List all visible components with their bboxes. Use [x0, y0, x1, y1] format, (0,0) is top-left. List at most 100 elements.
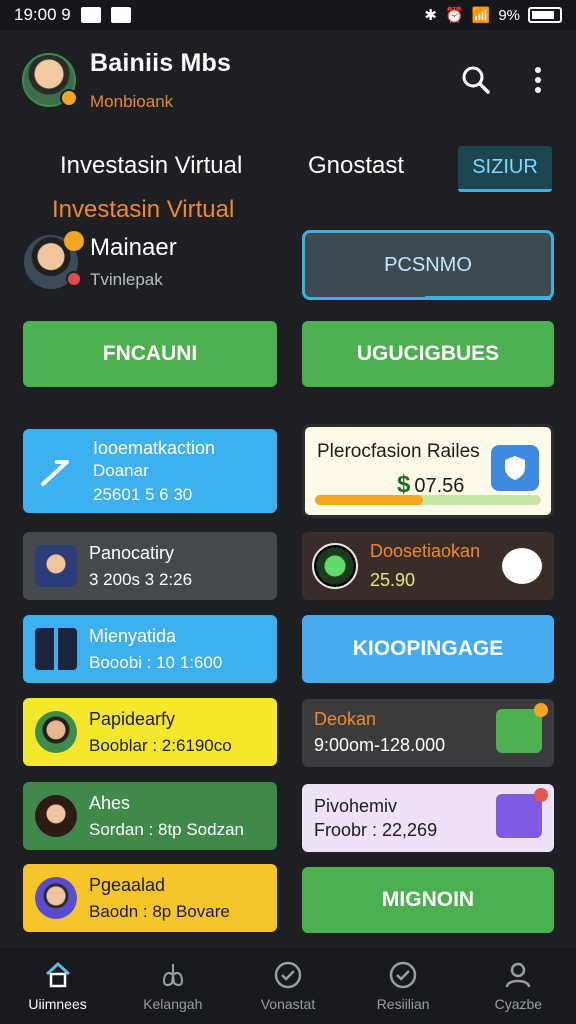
nav-label: Kelangah — [143, 996, 203, 1012]
nav-item-cyazbe[interactable]: Cyazbe — [468, 960, 568, 1012]
kiosk-button[interactable]: KIOOPINGAGE — [302, 615, 554, 683]
fncaunl-button[interactable]: FNCAUNI — [23, 321, 277, 387]
header-text: Bainiis Mbs Monbioank — [90, 49, 231, 112]
nav-item-kelangah[interactable]: Kelangah — [123, 960, 223, 1012]
promo-underline — [425, 296, 551, 300]
header-actions — [460, 64, 554, 96]
tab-siziur[interactable]: SIZIUR — [458, 146, 552, 192]
protection-progress — [315, 495, 541, 505]
card-panocatiry[interactable]: Panocatiry 3 200s 3 2:26 — [23, 532, 277, 600]
search-icon — [462, 66, 490, 94]
promo-button[interactable]: PCSNMO — [302, 230, 554, 300]
image-icon — [110, 7, 131, 23]
dollar-icon: $ — [397, 471, 411, 498]
card-value: 9:00om-128.000 — [314, 735, 446, 755]
status-time: 19:00 9 — [14, 5, 71, 24]
nav-item-vonastat[interactable]: Vonastat — [238, 960, 338, 1012]
profile-photo — [35, 877, 77, 919]
arrow-icon — [41, 460, 69, 486]
status-left: 19:00 9 — [14, 5, 131, 25]
card-value: Booobi : 10 1:600 — [89, 652, 223, 672]
card-text: Doosetiaokan 25.90 — [370, 541, 480, 591]
card-value: 25.90 — [370, 570, 416, 590]
page-subtitle: Monbioank — [90, 91, 174, 111]
card-value: Froobr : 22,269 — [314, 820, 438, 840]
check-circle-icon — [388, 960, 418, 990]
card-text: Pgeaalad Baodn : 8p Bovare — [89, 875, 230, 922]
card-iooematkaction[interactable]: Iooematkaction Doanar 25601 5 6 30 — [23, 429, 277, 513]
card-text: Ahes Sordan : 8tp Sodzan — [89, 793, 244, 840]
manager-status-badge — [66, 271, 82, 287]
card-value: 3 200s 3 2:26 — [89, 569, 193, 589]
manager-profile[interactable]: Mainaer Tvinlepak — [24, 224, 284, 300]
card-title: Mienyatida — [89, 625, 177, 646]
nav-label: Resiilian — [376, 996, 430, 1012]
tab-gnostast[interactable]: Gnostast — [308, 152, 404, 180]
manager-name: Mainaer — [90, 234, 177, 261]
battery-percent: 9% — [498, 6, 520, 24]
card-title: Papidearfy — [89, 708, 176, 729]
search-button[interactable] — [460, 64, 492, 96]
card-title: Pivohemiv — [314, 796, 398, 816]
phone-devices-icon — [35, 628, 77, 670]
card-papidearfy[interactable]: Papidearfy Booblar : 2:6190co — [23, 698, 277, 766]
app-header: Bainiis Mbs Monbioank — [0, 30, 576, 130]
cloud-icon — [496, 788, 548, 838]
profile-photo — [35, 795, 77, 837]
card-value: Booblar : 2:6190co — [89, 735, 232, 755]
protection-value: 07.56 — [414, 475, 465, 497]
nav-label: Cyazbe — [494, 996, 543, 1012]
bottom-nav: Uiimnees Kelangah Vonastat Resiilian Cya… — [0, 948, 576, 1024]
development-card[interactable]: Doosetiaokan 25.90 — [302, 532, 554, 600]
protection-title: Plerocfasion Railes — [317, 441, 480, 462]
profile-photo — [35, 545, 77, 587]
card-pgeaalad[interactable]: Pgeaalad Baodn : 8p Bovare — [23, 864, 277, 932]
globe-icon — [312, 543, 358, 589]
page-title: Bainiis Mbs — [90, 48, 232, 77]
card-title: Pgeaalad — [89, 874, 166, 895]
tab-investasin-virtual[interactable]: Investasin Virtual — [60, 152, 242, 180]
manager-text: Mainaer Tvinlepak — [90, 234, 177, 290]
profile-photo — [35, 711, 77, 753]
wifi-icon: 📶 — [471, 7, 491, 24]
status-right: ✱ ⏰ 📶 9% — [424, 6, 562, 24]
shield-icon — [491, 445, 539, 491]
ugucigbues-button[interactable]: UGUCIGBUES — [302, 321, 554, 387]
battery-icon — [528, 7, 562, 23]
more-vertical-icon — [535, 67, 541, 93]
card-value: Sordan : 8tp Sodzan — [89, 819, 245, 839]
more-options-button[interactable] — [522, 64, 554, 96]
bluetooth-icon: ✱ — [424, 7, 437, 24]
card-value: Baodn : 8p Bovare — [89, 901, 230, 921]
card-value: 25601 5 6 30 — [93, 484, 193, 504]
avatar[interactable] — [22, 53, 78, 107]
card-text: Papidearfy Booblar : 2:6190co — [89, 709, 232, 756]
card-title: Doosetiaokan — [370, 541, 481, 561]
nav-label: Vonastat — [260, 996, 316, 1012]
lungs-icon — [158, 960, 188, 990]
status-bar: 19:00 9 ✱ ⏰ 📶 9% — [0, 0, 576, 30]
manager-role: Tvinlepak — [90, 270, 163, 289]
card-title: Deokan — [314, 709, 377, 729]
card-text: Panocatiry 3 200s 3 2:26 — [89, 543, 192, 590]
card-ahes[interactable]: Ahes Sordan : 8tp Sodzan — [23, 782, 277, 850]
manager-badge — [64, 231, 84, 251]
card-title: Iooematkaction — [93, 437, 216, 458]
card-text: Mienyatida Booobi : 10 1:600 — [89, 626, 222, 673]
manager-avatar — [24, 231, 84, 289]
person-icon — [503, 960, 533, 990]
card-subtitle: Doanar — [93, 460, 149, 480]
card-title: Ahes — [89, 792, 131, 813]
privo-card[interactable]: Pivohemiv Froobr : 22,269 — [302, 784, 554, 852]
roca-card[interactable]: Deokan 9:00om-128.000 — [302, 699, 554, 767]
alarm-icon: ⏰ — [444, 7, 464, 24]
nav-item-resiilian[interactable]: Resiilian — [353, 960, 453, 1012]
tab-bar: Investasin Virtual Gnostast SIZIUR — [0, 140, 576, 196]
link-icon — [496, 703, 548, 753]
protection-card[interactable]: Plerocfasion Railes $07.56 — [302, 424, 554, 518]
nav-item-home[interactable]: Uiimnees — [8, 960, 108, 1012]
mignon-button[interactable]: MIGNOIN — [302, 867, 554, 933]
protection-progress-fill — [315, 495, 424, 505]
card-mienyatida[interactable]: Mienyatida Booobi : 10 1:600 — [23, 615, 277, 683]
section-title: Investasin Virtual — [52, 196, 235, 223]
